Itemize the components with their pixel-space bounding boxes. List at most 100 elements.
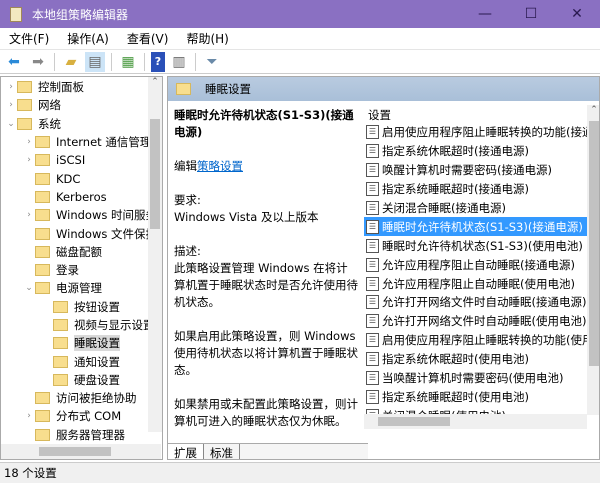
edit-policy-link[interactable]: 策略设置 [197,159,243,173]
policy-icon: ☰ [366,144,379,159]
tree-item[interactable]: 磁盘配额 [1,243,162,261]
setting-item[interactable]: ☰ 启用使应用程序阻止睡眠转换的功能(接通电源) [364,123,599,142]
policy-icon: ☰ [366,219,379,234]
setting-item[interactable]: ☰ 允许应用程序阻止自动睡眠(使用电池) [364,274,599,293]
scrollbar-thumb[interactable] [589,121,599,366]
setting-item[interactable]: ☰ 允许打开网络文件时自动睡眠(接通电源) [364,293,599,312]
list-vertical-scrollbar[interactable]: ⌃ [587,105,599,415]
help-icon[interactable]: ? [151,51,165,72]
setting-item[interactable]: ☰ 允许应用程序阻止自动睡眠(接通电源) [364,255,599,274]
expand-arrow-icon[interactable]: ⌄ [5,119,17,129]
description-disabled: 如果禁用或未配置此策略设置，则计算机可进入的睡眠状态仅为休眠。 [174,397,358,428]
tree-item[interactable]: 硬盘设置 [1,371,162,389]
expand-arrow-icon[interactable]: ⌄ [23,283,35,293]
title-bar: 本地组策略编辑器 — ☐ ✕ [0,0,600,28]
policy-icon: ☰ [366,276,379,291]
window-title: 本地组策略编辑器 [32,7,129,22]
tree-item[interactable]: Kerberos [1,188,162,206]
menu-bar: 文件(F) 操作(A) 查看(V) 帮助(H) [0,28,600,50]
folder-icon [35,209,50,222]
expand-arrow-icon[interactable]: › [23,155,35,165]
setting-label: 指定系统睡眠超时(接通电源) [382,182,529,197]
description-text: 此策略设置管理 Windows 在将计算机置于睡眠状态时是否允许使用待机状态。 [174,261,358,309]
menu-file[interactable]: 文件(F) [0,30,58,47]
tab-extended[interactable]: 扩展 [168,444,204,459]
folder-icon [17,81,32,94]
setting-item[interactable]: ☰ 指定系统睡眠超时(使用电池) [364,387,599,406]
column-header-setting[interactable]: 设置 [364,101,599,122]
tree-item[interactable]: 服务器管理器 [1,426,162,444]
folder-icon [176,83,191,95]
tree-horizontal-scrollbar[interactable] [1,444,161,459]
expand-arrow-icon[interactable]: › [23,411,35,421]
setting-item[interactable]: ☰ 指定系统休眠超时(接通电源) [364,142,599,161]
maximize-button[interactable]: ☐ [508,0,554,28]
tree-item-label: 服务器管理器 [56,427,125,442]
view-tabs: 扩展 标准 [168,443,368,459]
content-pane: 睡眠设置 睡眠时允许待机状态(S1-S3)(接通电源) 编辑策略设置 要求: Wi… [167,76,600,460]
tree-item[interactable]: 登录 [1,261,162,279]
setting-item[interactable]: ☰ 睡眠时允许待机状态(S1-S3)(接通电源) [364,217,599,237]
policy-icon: ☰ [366,333,379,348]
tree-item[interactable]: › 分布式 COM [1,407,162,425]
folder-icon [35,190,50,203]
setting-label: 允许打开网络文件时自动睡眠(使用电池) [382,314,587,329]
tree-item[interactable]: 按钮设置 [1,298,162,316]
back-icon[interactable]: ⬅ [4,52,24,72]
tree-item[interactable]: 睡眠设置 [1,334,162,352]
expand-arrow-icon[interactable]: › [5,82,17,92]
pane-header: 睡眠设置 [168,77,599,101]
setting-item[interactable]: ☰ 允许打开网络文件时自动睡眠(使用电池) [364,312,599,331]
tree-item[interactable]: 通知设置 [1,352,162,370]
setting-label: 允许应用程序阻止自动睡眠(接通电源) [382,257,575,272]
menu-action[interactable]: 操作(A) [58,30,118,47]
expand-arrow-icon[interactable]: › [5,100,17,110]
setting-item[interactable]: ☰ 睡眠时允许待机状态(S1-S3)(使用电池) [364,236,599,255]
tree-item[interactable]: › Windows 时间服务 [1,206,162,224]
tree-vertical-scrollbar[interactable]: ⌃ [148,77,162,432]
setting-item[interactable]: ☰ 关闭混合睡眠(接通电源) [364,199,599,218]
folder-icon [35,172,50,185]
setting-item[interactable]: ☰ 唤醒计算机时需要密码(接通电源) [364,161,599,180]
tree-item-label: 视频与显示设置 [74,318,155,332]
requirements-value: Windows Vista 及以上版本 [174,210,319,224]
folder-icon [35,136,50,149]
policy-icon: ☰ [366,182,379,197]
tree-item[interactable]: › iSCSI [1,151,162,169]
tree-item[interactable]: › 网络 [1,96,162,114]
show-hide-tree-icon[interactable]: ▤ [85,51,105,72]
close-button[interactable]: ✕ [554,0,600,28]
scrollbar-thumb[interactable] [150,119,160,229]
tree-item[interactable]: Windows 文件保护 [1,224,162,242]
divider [111,52,112,71]
tree-item-label: 访问被拒绝协助 [56,391,137,406]
tree-item-label: 通知设置 [74,354,120,369]
divider [195,52,196,71]
tree-item[interactable]: › 控制面板 [1,78,162,96]
folder-icon [35,410,50,423]
list-horizontal-scrollbar[interactable] [364,414,587,429]
tree-item[interactable]: ⌄ 电源管理 [1,279,162,297]
menu-view[interactable]: 查看(V) [118,30,178,47]
up-folder-icon[interactable]: ▰ [61,52,81,72]
setting-item[interactable]: ☰ 指定系统睡眠超时(接通电源) [364,180,599,199]
tree-item[interactable]: KDC [1,169,162,187]
setting-item[interactable]: ☰ 当唤醒计算机时需要密码(使用电池) [364,369,599,388]
expand-arrow-icon[interactable]: › [23,137,35,147]
minimize-button[interactable]: — [462,0,508,28]
setting-item[interactable]: ☰ 启用使应用程序阻止睡眠转换的功能(使用电池) [364,331,599,350]
tree-item[interactable]: 视频与显示设置 [1,316,162,334]
setting-item[interactable]: ☰ 指定系统休眠超时(使用电池) [364,350,599,369]
expand-arrow-icon[interactable]: › [23,210,35,220]
tree-item[interactable]: 访问被拒绝协助 [1,389,162,407]
filter-icon[interactable]: ⏷ [202,52,222,72]
tree-item[interactable]: ⌄ 系统 [1,115,162,133]
show-action-pane-icon[interactable]: ▥ [169,52,189,72]
folder-icon [35,227,50,240]
menu-help[interactable]: 帮助(H) [177,30,237,47]
folder-icon [53,300,68,313]
forward-icon[interactable]: ➡ [28,52,48,72]
export-list-icon[interactable]: ▦ [118,52,138,72]
tree-item[interactable]: › Internet 通信管理 [1,133,162,151]
tab-standard[interactable]: 标准 [204,444,240,459]
